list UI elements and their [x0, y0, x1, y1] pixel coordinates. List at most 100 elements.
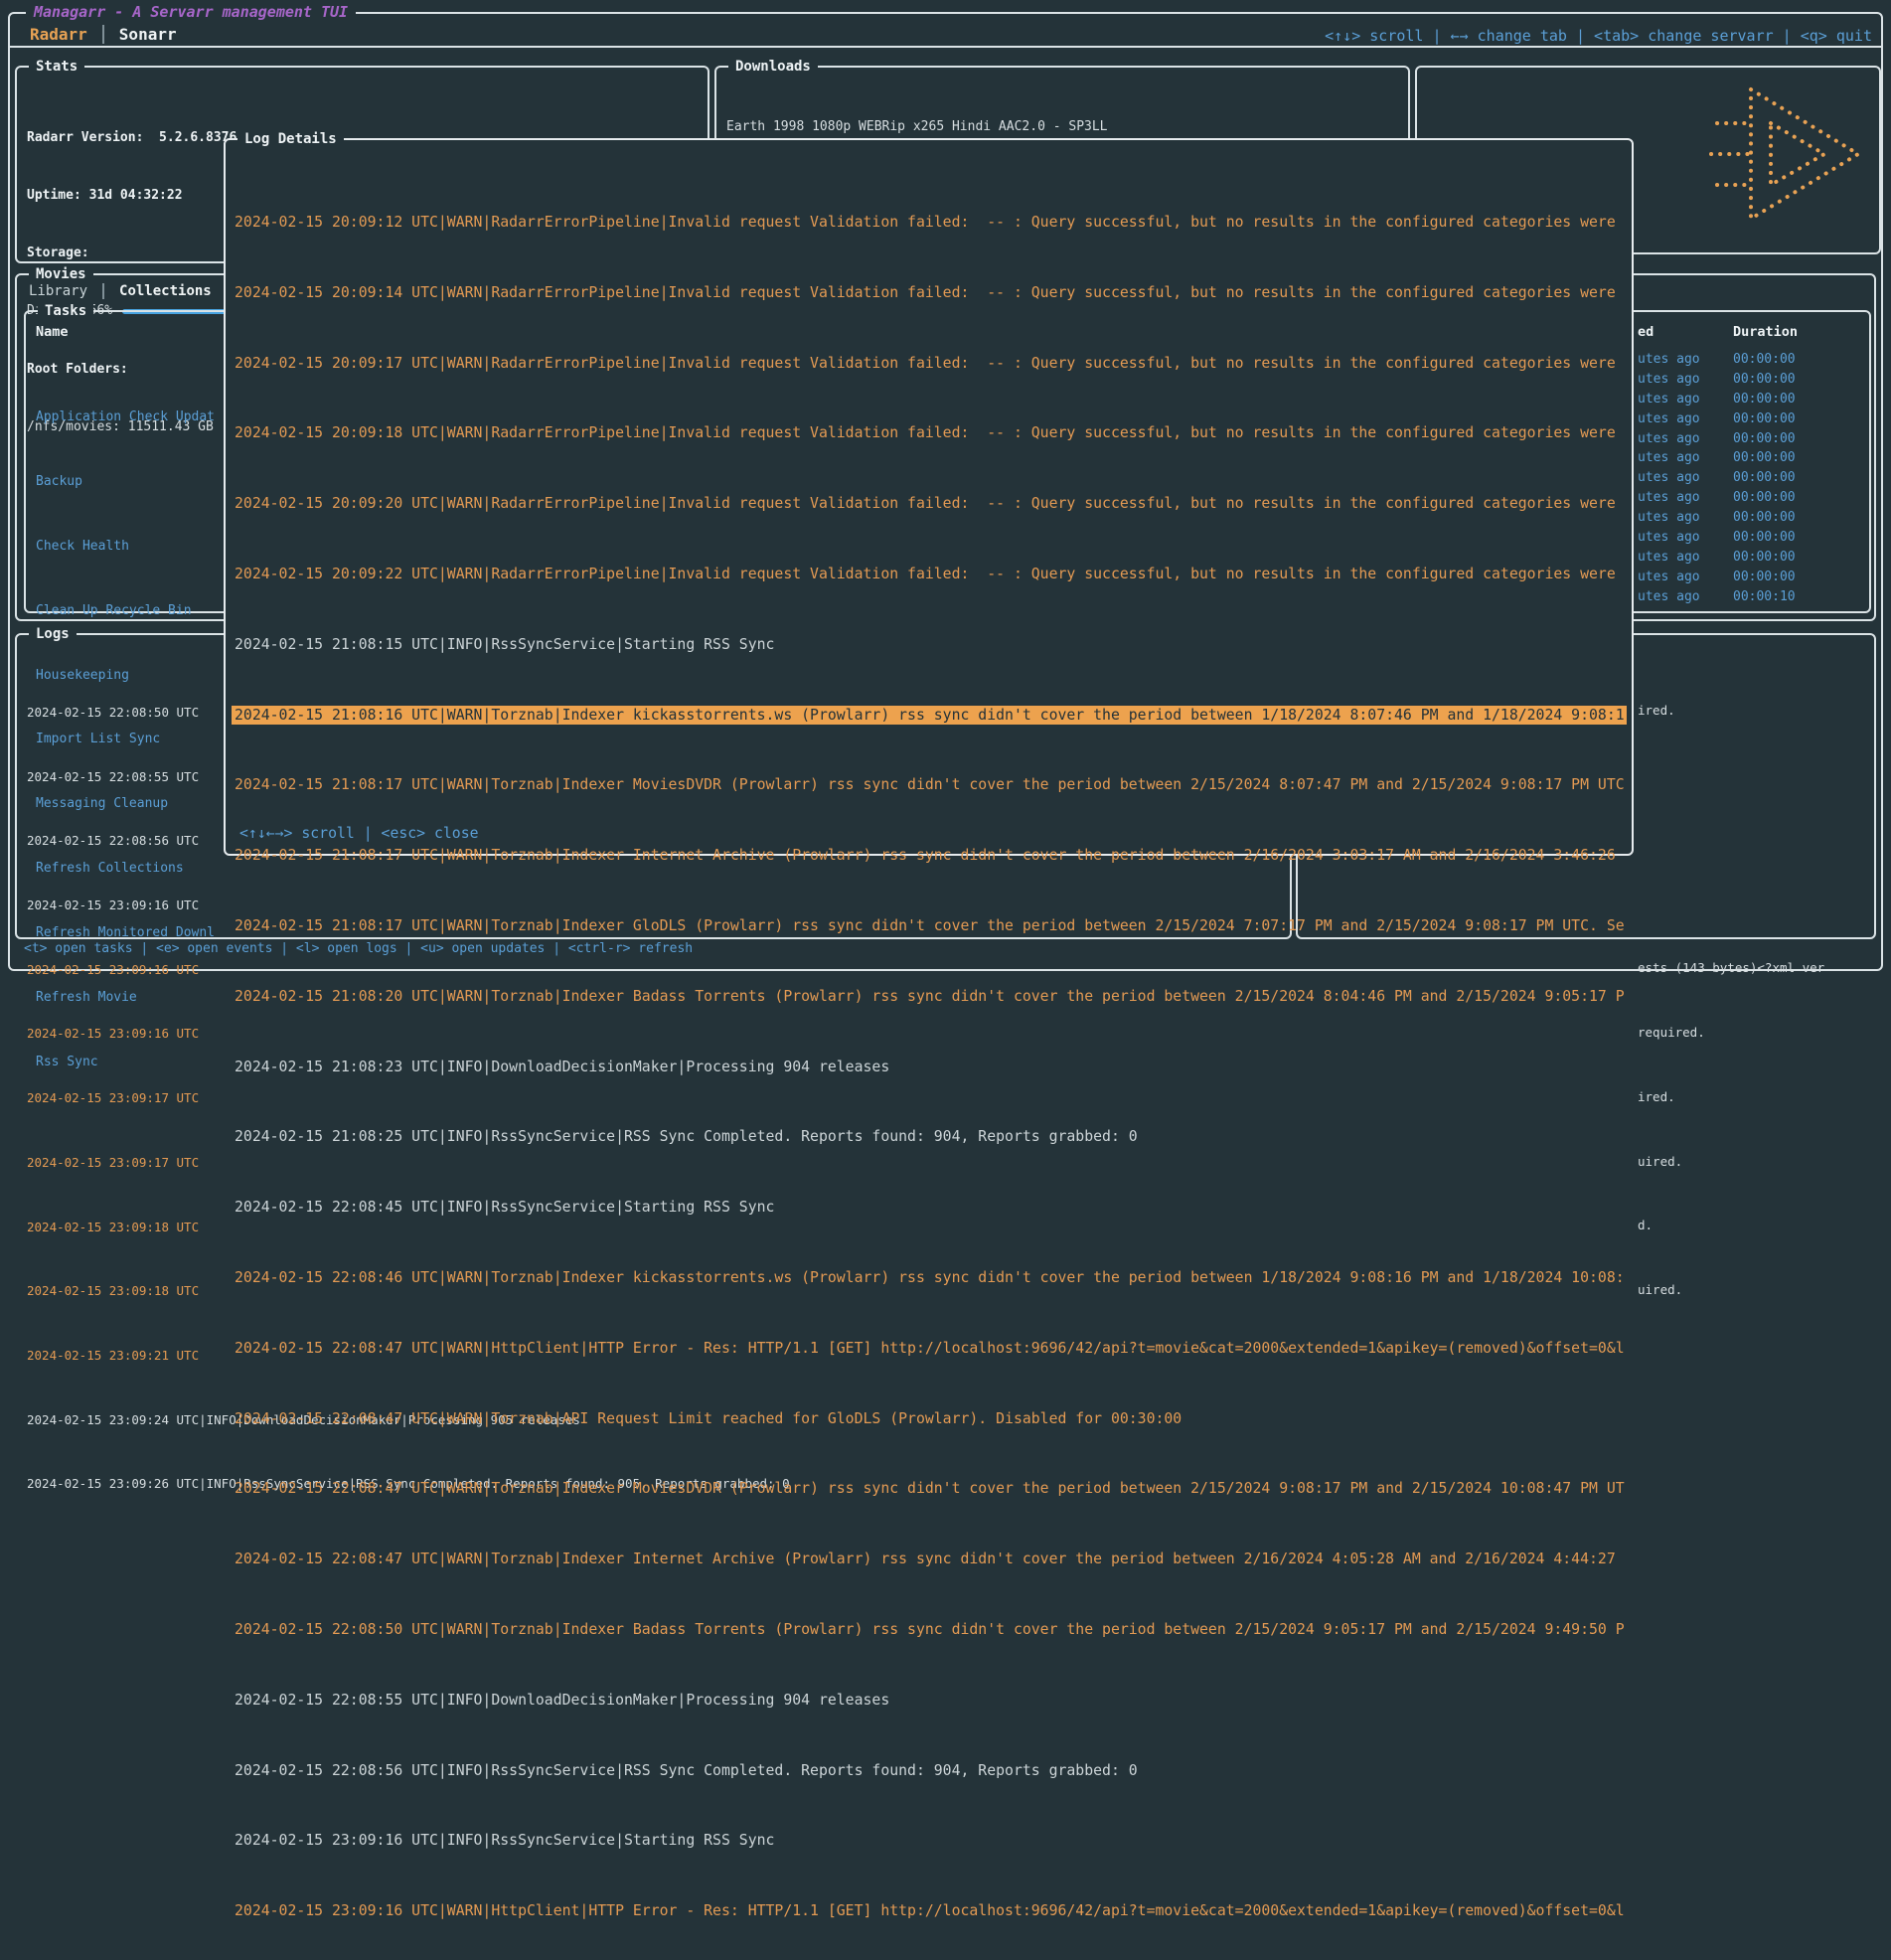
modal-log-line[interactable]: 2024-02-15 20:09:18 UTC|WARN|RadarrError… [232, 423, 1627, 443]
task-queued-value: utes ago [1638, 448, 1733, 468]
task-duration-value: 00:00:00 [1733, 350, 1796, 370]
modal-log-line[interactable]: 2024-02-15 22:08:47 UTC|WARN|Torznab|Ind… [232, 1479, 1627, 1499]
event-fragment: required. [1638, 1023, 1824, 1043]
task-row[interactable]: Application Check Updat [36, 408, 215, 427]
modal-footer-keybinds: <↑↓←→> scroll | <esc> close [239, 825, 479, 842]
task-queue-row: utes ago 00:00:00 [1638, 429, 1796, 449]
managarr-play-logo-icon [1707, 80, 1866, 229]
task-duration-value: 00:00:00 [1733, 528, 1796, 548]
modal-log-line[interactable]: 2024-02-15 21:08:15 UTC|INFO|RssSyncServ… [232, 635, 1627, 655]
movies-tab-bar: Library Collections [29, 283, 243, 299]
task-duration-value: 00:00:10 [1733, 587, 1796, 607]
task-queue-row: utes ago 00:00:00 [1638, 468, 1796, 488]
event-fragment [1638, 894, 1824, 913]
event-fragment: uired. [1638, 1280, 1824, 1300]
task-queue-row: utes ago 00:00:00 [1638, 350, 1796, 370]
task-queued-value: utes ago [1638, 488, 1733, 508]
modal-log-line[interactable]: 2024-02-15 22:08:50 UTC|WARN|Torznab|Ind… [232, 1620, 1627, 1640]
task-row[interactable]: Check Health [36, 537, 215, 557]
event-fragment: uired. [1638, 1152, 1824, 1172]
task-queue-row: utes ago 00:00:00 [1638, 508, 1796, 528]
log-details-modal: Log Details 2024-02-15 20:09:12 UTC|WARN… [224, 138, 1634, 856]
task-duration-value: 00:00:00 [1733, 568, 1796, 587]
modal-log-line[interactable]: 2024-02-15 22:08:47 UTC|WARN|Torznab|Ind… [232, 1550, 1627, 1569]
download-item-title: Earth 1998 1080p WEBRip x265 Hindi AAC2.… [726, 119, 1400, 138]
task-duration-value: 00:00:00 [1733, 370, 1796, 390]
tasks-queue-list: utes ago 00:00:00 utes ago 00:00:00 utes… [1638, 350, 1796, 607]
modal-log-line[interactable]: 2024-02-15 22:08:55 UTC|INFO|DownloadDec… [232, 1691, 1627, 1711]
event-fragment: ired. [1638, 701, 1824, 721]
task-duration-value: 00:00:00 [1733, 468, 1796, 488]
tasks-panel-title: Tasks [38, 301, 93, 321]
modal-log-line[interactable]: 2024-02-15 21:08:17 UTC|WARN|Torznab|Ind… [232, 775, 1627, 795]
task-queued-value: utes ago [1638, 548, 1733, 568]
task-duration-value: 00:00:00 [1733, 488, 1796, 508]
modal-log-line[interactable]: 2024-02-15 21:08:23 UTC|INFO|DownloadDec… [232, 1058, 1627, 1077]
task-queue-row: utes ago 00:00:10 [1638, 587, 1796, 607]
task-row[interactable]: Backup [36, 472, 215, 492]
event-fragment: ired. [1638, 1087, 1824, 1107]
downloads-panel-title: Downloads [728, 57, 818, 77]
header-divider [8, 46, 1881, 48]
modal-log-line[interactable]: 2024-02-15 20:09:12 UTC|WARN|RadarrError… [232, 213, 1627, 233]
servarr-tab-bar: Radarr Sonarr [30, 25, 207, 44]
modal-log-line[interactable]: 2024-02-15 21:08:20 UTC|WARN|Torznab|Ind… [232, 987, 1627, 1007]
movies-tab[interactable]: Collections [119, 283, 229, 299]
task-queued-value: utes ago [1638, 370, 1733, 390]
task-duration-value: 00:00:00 [1733, 390, 1796, 409]
task-queue-row: utes ago 00:00:00 [1638, 370, 1796, 390]
event-fragment: ests (143 bytes)<?xml ver [1638, 958, 1824, 978]
header-keybinds: <↑↓> scroll | ←→ change tab | <tab> chan… [1325, 27, 1872, 45]
modal-log-line[interactable]: 2024-02-15 21:08:17 UTC|WARN|Torznab|Ind… [232, 846, 1627, 866]
task-queue-row: utes ago 00:00:00 [1638, 409, 1796, 429]
task-queued-value: utes ago [1638, 350, 1733, 370]
task-queued-value: utes ago [1638, 528, 1733, 548]
task-duration-value: 00:00:00 [1733, 508, 1796, 528]
task-duration-value: 00:00:00 [1733, 409, 1796, 429]
modal-log-line[interactable]: 2024-02-15 22:08:45 UTC|INFO|RssSyncServ… [232, 1198, 1627, 1218]
event-fragment [1638, 765, 1824, 785]
servarr-tab[interactable]: Sonarr [119, 25, 192, 44]
tasks-queued-header: ed [1638, 324, 1733, 340]
modal-log-line[interactable]: 2024-02-15 20:09:22 UTC|WARN|RadarrError… [232, 565, 1627, 584]
task-queued-value: utes ago [1638, 429, 1733, 449]
task-queue-row: utes ago 00:00:00 [1638, 390, 1796, 409]
log-details-list: 2024-02-15 20:09:12 UTC|WARN|RadarrError… [232, 145, 1627, 1960]
event-fragment [1638, 830, 1824, 850]
tasks-name-header: Name [36, 324, 69, 340]
modal-log-line[interactable]: 2024-02-15 21:08:17 UTC|WARN|Torznab|Ind… [232, 916, 1627, 936]
task-duration-value: 00:00:00 [1733, 429, 1796, 449]
modal-log-line[interactable]: 2024-02-15 22:08:47 UTC|WARN|Torznab|API… [232, 1409, 1627, 1429]
task-queue-row: utes ago 00:00:00 [1638, 488, 1796, 508]
task-queued-value: utes ago [1638, 390, 1733, 409]
logs-panel-title: Logs [29, 624, 77, 644]
modal-log-line[interactable]: 2024-02-15 20:09:20 UTC|WARN|RadarrError… [232, 494, 1627, 514]
servarr-tab[interactable]: Radarr [30, 25, 104, 44]
events-list: ired. ests (143 bytes)<?xml ver required… [1638, 641, 1824, 1330]
tasks-table-headers: ed Duration [1638, 324, 1798, 340]
movies-tab[interactable]: Library [29, 283, 104, 299]
task-duration-value: 00:00:00 [1733, 548, 1796, 568]
modal-log-line[interactable]: 2024-02-15 22:08:47 UTC|WARN|HttpClient|… [232, 1339, 1627, 1359]
event-fragment: d. [1638, 1216, 1824, 1235]
modal-log-line[interactable]: 2024-02-15 20:09:14 UTC|WARN|RadarrError… [232, 283, 1627, 303]
modal-log-line[interactable]: 2024-02-15 21:08:25 UTC|INFO|RssSyncServ… [232, 1127, 1627, 1147]
task-queue-row: utes ago 00:00:00 [1638, 548, 1796, 568]
task-queued-value: utes ago [1638, 468, 1733, 488]
stats-panel-title: Stats [29, 57, 84, 77]
task-duration-value: 00:00:00 [1733, 448, 1796, 468]
modal-log-line[interactable]: 2024-02-15 22:08:56 UTC|INFO|RssSyncServ… [232, 1761, 1627, 1781]
app-title: Managarr - A Servarr management TUI [26, 3, 356, 21]
modal-log-line[interactable]: 2024-02-15 23:09:16 UTC|WARN|HttpClient|… [232, 1901, 1627, 1921]
movies-panel-title: Movies [29, 264, 93, 284]
task-queued-value: utes ago [1638, 409, 1733, 429]
modal-log-line[interactable]: 2024-02-15 20:09:17 UTC|WARN|RadarrError… [232, 354, 1627, 374]
task-queue-row: utes ago 00:00:00 [1638, 568, 1796, 587]
task-row[interactable]: Clean Up Recycle Bin [36, 601, 215, 621]
modal-log-line[interactable]: 2024-02-15 23:09:16 UTC|INFO|RssSyncServ… [232, 1831, 1627, 1851]
modal-log-line[interactable]: 2024-02-15 22:08:46 UTC|WARN|Torznab|Ind… [232, 1268, 1627, 1288]
modal-log-line[interactable]: 2024-02-15 21:08:16 UTC|WARN|Torznab|Ind… [232, 706, 1627, 726]
task-queue-row: utes ago 00:00:00 [1638, 528, 1796, 548]
task-queued-value: utes ago [1638, 508, 1733, 528]
task-queued-value: utes ago [1638, 587, 1733, 607]
